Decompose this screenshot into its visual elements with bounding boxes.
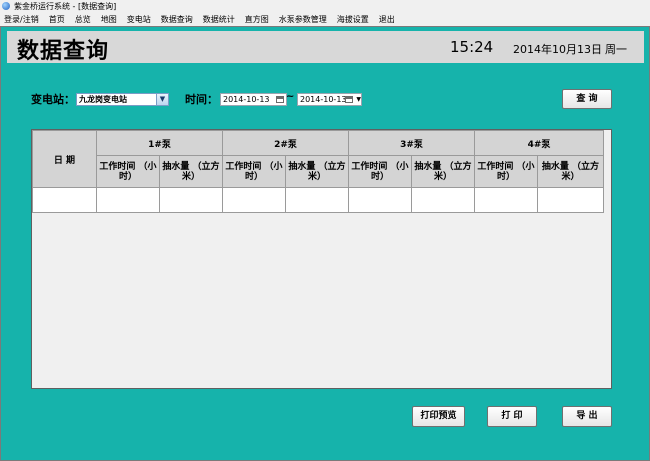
- table-cell[interactable]: [474, 187, 538, 213]
- results-table: 日 期 1#泵 2#泵 3#泵 4#泵 工作时间 （小时） 抽水量 （立方米） …: [32, 130, 604, 213]
- pump-4-header: 4#泵: [474, 130, 604, 156]
- water-volume-header: 抽水量 （立方米）: [285, 155, 349, 188]
- main-panel: 数据查询 15:24 2014年10月13日 周一 变电站： 九龙岗变电站 ▼ …: [0, 26, 650, 461]
- chevron-down-icon[interactable]: ▼: [156, 94, 168, 105]
- chevron-down-icon[interactable]: ▼: [356, 94, 361, 105]
- table-cell[interactable]: [32, 187, 97, 213]
- work-time-header: 工作时间 （小时）: [222, 155, 286, 188]
- table-row[interactable]: [32, 187, 604, 213]
- table-cell[interactable]: [537, 187, 604, 213]
- station-select-value: 九龙岗变电站: [79, 95, 127, 104]
- work-time-header: 工作时间 （小时）: [348, 155, 412, 188]
- menu-item-data-query[interactable]: 数据查询: [156, 14, 198, 25]
- range-separator: ~: [286, 91, 295, 102]
- calendar-icon[interactable]: [345, 96, 353, 103]
- current-weekday: 周一: [605, 43, 627, 56]
- table-cell[interactable]: [96, 187, 160, 213]
- water-volume-header: 抽水量 （立方米）: [411, 155, 475, 188]
- print-preview-button[interactable]: 打印预览: [412, 406, 465, 427]
- time-label: 时间：: [185, 93, 218, 106]
- menu-item-home[interactable]: 首页: [44, 14, 70, 25]
- print-button[interactable]: 打 印: [487, 406, 537, 427]
- query-button[interactable]: 查 询: [562, 89, 612, 109]
- export-button[interactable]: 导 出: [562, 406, 612, 427]
- work-time-header: 工作时间 （小时）: [96, 155, 160, 188]
- title-bar: 紫金桥运行系统 - [数据查询]: [0, 0, 650, 12]
- station-select[interactable]: 九龙岗变电站 ▼: [76, 93, 169, 106]
- table-cell[interactable]: [222, 187, 286, 213]
- clock-time: 15:24: [450, 38, 494, 56]
- results-table-panel: 日 期 1#泵 2#泵 3#泵 4#泵 工作时间 （小时） 抽水量 （立方米） …: [31, 129, 612, 389]
- water-volume-header: 抽水量 （立方米）: [537, 155, 604, 188]
- work-time-header: 工作时间 （小时）: [474, 155, 538, 188]
- menu-bar: 登录/注销 首页 总览 地图 变电站 数据查询 数据统计 直方图 水泵参数管理 …: [0, 12, 650, 26]
- menu-item-substation[interactable]: 变电站: [122, 14, 156, 25]
- menu-item-login[interactable]: 登录/注销: [0, 14, 44, 25]
- end-date-value: 2014-10-13: [300, 95, 347, 104]
- page-title: 数据查询: [17, 38, 110, 64]
- table-cell[interactable]: [159, 187, 223, 213]
- date-column-header: 日 期: [32, 130, 97, 188]
- start-date-value: 2014-10-13: [223, 95, 270, 104]
- start-date-picker[interactable]: 2014-10-13: [220, 93, 287, 106]
- table-cell[interactable]: [285, 187, 349, 213]
- pump-3-header: 3#泵: [348, 130, 475, 156]
- menu-item-map[interactable]: 地图: [96, 14, 122, 25]
- pump-2-header: 2#泵: [222, 130, 349, 156]
- pump-1-header: 1#泵: [96, 130, 223, 156]
- menu-item-data-stats[interactable]: 数据统计: [198, 14, 240, 25]
- menu-item-exit[interactable]: 退出: [374, 14, 400, 25]
- menu-item-histogram[interactable]: 直方图: [240, 14, 274, 25]
- end-date-picker[interactable]: 2014-10-13 ▼: [297, 93, 362, 106]
- station-label: 变电站：: [31, 93, 75, 106]
- header-band: 数据查询 15:24 2014年10月13日 周一: [7, 31, 644, 64]
- menu-item-overview[interactable]: 总览: [70, 14, 96, 25]
- menu-item-pump-params[interactable]: 水泵参数管理: [274, 14, 332, 25]
- window-title: 紫金桥运行系统 - [数据查询]: [14, 1, 117, 11]
- app-icon: [2, 2, 10, 10]
- water-volume-header: 抽水量 （立方米）: [159, 155, 223, 188]
- menu-item-altitude[interactable]: 海拔设置: [332, 14, 374, 25]
- table-cell[interactable]: [348, 187, 412, 213]
- calendar-icon[interactable]: [276, 96, 284, 103]
- current-date: 2014年10月13日: [513, 43, 602, 56]
- table-cell[interactable]: [411, 187, 475, 213]
